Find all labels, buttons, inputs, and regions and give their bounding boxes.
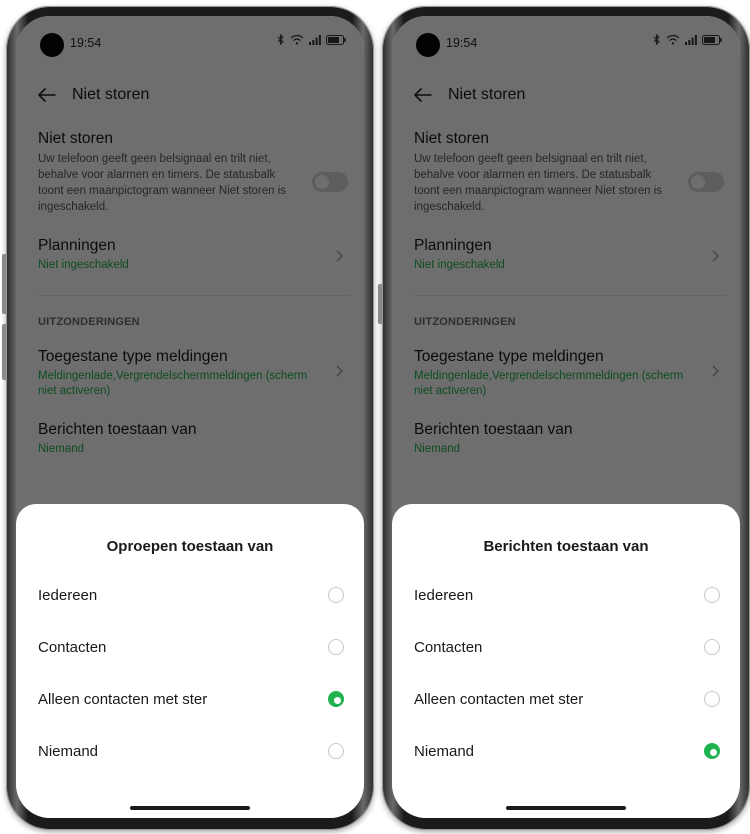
wifi-icon xyxy=(666,34,680,45)
bluetooth-icon xyxy=(277,34,284,45)
option-niemand[interactable]: Niemand xyxy=(414,736,720,766)
schedules-value: Niet ingeschakeld xyxy=(414,259,505,271)
volume-button xyxy=(2,254,6,314)
option-label: Contacten xyxy=(38,638,107,656)
radio-button-selected[interactable] xyxy=(328,691,344,707)
bottom-sheet: Oproepen toestaan van Iedereen Contacten… xyxy=(16,504,364,818)
dnd-setting[interactable]: Niet storen Uw telefoon geeft geen belsi… xyxy=(414,130,724,215)
option-niemand[interactable]: Niemand xyxy=(38,736,344,766)
dnd-description: Uw telefoon geeft geen belsignaal en tri… xyxy=(414,153,663,213)
sheet-title: Oproepen toestaan van xyxy=(106,538,274,555)
phone-left: 19:54 Niet storen Niet storen Uw telefoo… xyxy=(2,6,374,830)
phone-right: 19:54 Niet storen Niet storen Uw telefoo… xyxy=(378,6,750,830)
exceptions-header: UITZONDERINGEN xyxy=(414,316,516,328)
radio-button[interactable] xyxy=(328,639,344,655)
option-label: Iedereen xyxy=(38,586,98,604)
app-header: Niet storen xyxy=(36,80,344,110)
status-time: 19:54 xyxy=(70,36,102,50)
allowed-types-setting[interactable]: Toegestane type meldingen Meldingenlade,… xyxy=(38,348,343,399)
chevron-right-icon xyxy=(336,365,343,377)
back-arrow-icon[interactable] xyxy=(36,84,58,106)
phone-screen: 19:54 Niet storen Niet storen Uw telefoo… xyxy=(16,16,364,818)
chevron-right-icon xyxy=(336,250,343,262)
divider xyxy=(414,295,726,296)
status-time: 19:54 xyxy=(446,36,478,50)
wifi-icon xyxy=(290,34,304,45)
radio-button[interactable] xyxy=(704,587,720,603)
signal-icon xyxy=(309,34,321,45)
status-icons xyxy=(653,34,722,45)
front-camera xyxy=(416,33,440,57)
front-camera xyxy=(40,33,64,57)
chevron-right-icon xyxy=(712,365,719,377)
messages-from-value: Niemand xyxy=(38,443,85,455)
exceptions-header: UITZONDERINGEN xyxy=(38,316,140,328)
status-bar: 19:54 xyxy=(392,16,740,60)
app-header: Niet storen xyxy=(412,80,720,110)
radio-button[interactable] xyxy=(328,743,344,759)
messages-from-value: Niemand xyxy=(414,443,461,455)
allowed-types-setting[interactable]: Toegestane type meldingen Meldingenlade,… xyxy=(414,348,719,399)
schedules-title: Planningen xyxy=(38,237,116,254)
power-button xyxy=(2,324,6,380)
home-indicator[interactable] xyxy=(506,806,626,810)
settings-list: Niet storen Uw telefoon geeft geen belsi… xyxy=(414,130,726,479)
option-label: Alleen contacten met ster xyxy=(414,690,584,708)
volume-button xyxy=(378,284,382,324)
schedules-setting[interactable]: Planningen Niet ingeschakeld xyxy=(38,237,343,273)
option-alleen-contacten-met-ster[interactable]: Alleen contacten met ster xyxy=(38,684,344,714)
option-contacten[interactable]: Contacten xyxy=(38,632,344,662)
schedules-value: Niet ingeschakeld xyxy=(38,259,129,271)
radio-button-selected[interactable] xyxy=(704,743,720,759)
schedules-title: Planningen xyxy=(414,237,492,254)
dnd-title: Niet storen xyxy=(414,130,489,147)
radio-button[interactable] xyxy=(704,691,720,707)
radio-button[interactable] xyxy=(328,587,344,603)
phone-screen: 19:54 Niet storen Niet storen Uw telefoo… xyxy=(392,16,740,818)
option-iedereen[interactable]: Iedereen xyxy=(414,580,720,610)
battery-icon xyxy=(702,34,722,45)
status-icons xyxy=(277,34,346,45)
settings-list: Niet storen Uw telefoon geeft geen belsi… xyxy=(38,130,350,479)
option-contacten[interactable]: Contacten xyxy=(414,632,720,662)
messages-from-title: Berichten toestaan van xyxy=(414,421,573,438)
allowed-types-value: Meldingenlade,Vergrendelschermmeldingen … xyxy=(38,370,308,397)
option-label: Niemand xyxy=(38,742,99,760)
radio-button[interactable] xyxy=(704,639,720,655)
chevron-right-icon xyxy=(712,250,719,262)
allowed-types-value: Meldingenlade,Vergrendelschermmeldingen … xyxy=(414,370,684,397)
bottom-sheet: Berichten toestaan van Iedereen Contacte… xyxy=(392,504,740,818)
dnd-description: Uw telefoon geeft geen belsignaal en tri… xyxy=(38,153,287,213)
messages-from-setting[interactable]: Berichten toestaan van Niemand xyxy=(414,421,718,457)
toggle-knob xyxy=(691,175,705,189)
dnd-toggle[interactable] xyxy=(312,172,348,192)
dnd-toggle[interactable] xyxy=(688,172,724,192)
comparison-stage: 19:54 Niet storen Niet storen Uw telefoo… xyxy=(0,0,750,834)
status-bar: 19:54 xyxy=(16,16,364,60)
sheet-title: Berichten toestaan van xyxy=(483,538,649,555)
option-label: Niemand xyxy=(414,742,475,760)
messages-from-title: Berichten toestaan van xyxy=(38,421,197,438)
signal-icon xyxy=(685,34,697,45)
option-label: Contacten xyxy=(414,638,483,656)
option-alleen-contacten-met-ster[interactable]: Alleen contacten met ster xyxy=(414,684,720,714)
back-arrow-icon[interactable] xyxy=(412,84,434,106)
bluetooth-icon xyxy=(653,34,660,45)
option-label: Alleen contacten met ster xyxy=(38,690,208,708)
page-title: Niet storen xyxy=(448,86,526,103)
allowed-types-title: Toegestane type meldingen xyxy=(38,348,228,365)
option-label: Iedereen xyxy=(414,586,474,604)
dnd-title: Niet storen xyxy=(38,130,113,147)
option-iedereen[interactable]: Iedereen xyxy=(38,580,344,610)
page-title: Niet storen xyxy=(72,86,150,103)
dnd-setting[interactable]: Niet storen Uw telefoon geeft geen belsi… xyxy=(38,130,348,215)
divider xyxy=(38,295,350,296)
messages-from-setting[interactable]: Berichten toestaan van Niemand xyxy=(38,421,342,457)
battery-icon xyxy=(326,34,346,45)
allowed-types-title: Toegestane type meldingen xyxy=(414,348,604,365)
home-indicator[interactable] xyxy=(130,806,250,810)
toggle-knob xyxy=(315,175,329,189)
schedules-setting[interactable]: Planningen Niet ingeschakeld xyxy=(414,237,719,273)
